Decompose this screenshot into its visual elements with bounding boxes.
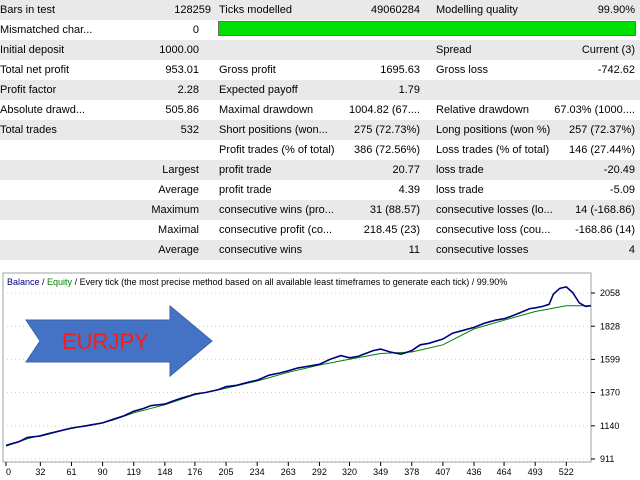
x-axis-labels: 0 32 61 90 119 148 176 205 234 263 292 320 349 378 407… (5, 462, 574, 477)
x-tick-label: 493 (528, 467, 543, 477)
modelling-quality-bar (218, 21, 636, 36)
arrow-label: EURJPY (62, 329, 149, 354)
report-value: 275 (72.73%) (353, 124, 420, 136)
report-value: 11 (408, 244, 420, 256)
report-value: -742.62 (597, 64, 635, 76)
report-row: Absolute drawd... 505.86 Maximal drawdown 1… (0, 100, 640, 120)
report-value: -168.86 (14) (575, 224, 635, 236)
report-row: Largest profit trade 20.77 loss trade -20.49 (0, 160, 640, 180)
report-value: Maximum (151, 204, 199, 216)
report-value: 257 (72.37%) (568, 124, 635, 136)
report-row: Initial deposit 1000.00 Spread Current (3) (0, 40, 640, 60)
report-row: Profit trades (% of total) 386 (72.56%) Lo… (0, 140, 640, 160)
x-tick-label: 205 (219, 467, 234, 477)
x-tick-label: 320 (342, 467, 357, 477)
report-row: Average consecutive wins 11 consecutive los… (0, 240, 640, 260)
x-tick-label: 90 (98, 467, 108, 477)
x-tick-label: 0 (6, 467, 11, 477)
report-value: Maximal (158, 224, 199, 236)
report-value: 20.77 (392, 164, 420, 176)
report-value: 532 (180, 124, 199, 136)
report-value: 505.86 (165, 104, 199, 116)
report-value: 14 (-168.86) (575, 204, 635, 216)
report-row: Profit factor 2.28 Expected payoff 1.79 (0, 80, 640, 100)
report-value: 1000.00 (159, 44, 199, 56)
x-tick-label: 61 (66, 467, 76, 477)
report-row: Total net profit 953.01 Gross profit 1695.6… (0, 60, 640, 80)
report-value: 99.90% (597, 4, 635, 16)
report-value: -5.09 (609, 184, 635, 196)
report-value: Current (3) (581, 44, 635, 56)
report-row: Bars in test 128259 Ticks modelled 49060284… (0, 0, 640, 20)
report-value: Average (158, 184, 199, 196)
x-tick-label: 32 (35, 467, 45, 477)
y-tick-label: 1370 (600, 388, 620, 398)
report-value: 67.03% (1000.... (554, 104, 635, 116)
x-tick-label: 349 (373, 467, 388, 477)
x-tick-label: 119 (127, 467, 141, 477)
x-tick-label: 263 (281, 467, 296, 477)
x-tick-label: 234 (250, 467, 265, 477)
chart-description: / Every tick (the most precise method ba… (72, 277, 507, 287)
x-tick-label: 176 (187, 467, 202, 477)
report-value: 386 (72.56%) (353, 144, 420, 156)
x-tick-label: 436 (466, 467, 481, 477)
x-tick-label: 292 (312, 467, 327, 477)
report-value: 953.01 (165, 64, 199, 76)
y-tick-label: 1599 (600, 354, 620, 364)
y-tick-label: 1140 (600, 421, 619, 431)
report-value: 4 (628, 244, 635, 256)
report-value: Average (158, 244, 199, 256)
report-value: 146 (27.44%) (568, 144, 635, 156)
x-tick-label: 464 (497, 467, 512, 477)
report-row: Average profit trade 4.39 loss trade -5.09 (0, 180, 640, 200)
legend-balance: Balance (7, 277, 40, 287)
x-tick-label: 148 (157, 467, 172, 477)
report-row: Total trades 532 Short positions (won... 27… (0, 120, 640, 140)
report-value: 4.39 (398, 184, 420, 196)
x-tick-label: 407 (435, 467, 450, 477)
x-tick-label: 378 (404, 467, 419, 477)
report-value: 2.28 (177, 84, 199, 96)
chart-canvas: Balance / Equity / Every tick (the most … (2, 272, 620, 477)
report-value: 31 (88.57) (369, 204, 420, 216)
report-value: 128259 (174, 4, 211, 16)
report-row: Maximal consecutive profit (co... 218.45 (… (0, 220, 640, 240)
report-value: 1695.63 (380, 64, 420, 76)
x-tick-label: 522 (559, 467, 574, 477)
report-value: Largest (162, 164, 199, 176)
report-value: -20.49 (603, 164, 635, 176)
report-value: 0 (192, 24, 199, 36)
report-value: 49060284 (371, 4, 420, 16)
report-value: 1.79 (398, 84, 420, 96)
y-axis-labels: 911 1140 1370 1599 1828 2058 (591, 288, 620, 464)
report-value: 218.45 (23) (363, 224, 420, 236)
y-tick-label: 2058 (600, 288, 620, 298)
balance-equity-chart: Balance / Equity / Every tick (the most … (0, 270, 640, 480)
report-value: 1004.82 (67.... (349, 104, 420, 116)
y-tick-label: 1828 (600, 321, 620, 331)
chart-header: Balance / Equity / Every tick (the most … (7, 277, 507, 287)
report-row: Maximum consecutive wins (pro... 31 (88.57… (0, 200, 640, 220)
legend-equity: Equity (47, 277, 73, 287)
test-report-table: Bars in test 128259 Ticks modelled 49060284… (0, 0, 640, 260)
legend-separator: / (40, 277, 48, 287)
y-tick-label: 911 (600, 454, 614, 464)
